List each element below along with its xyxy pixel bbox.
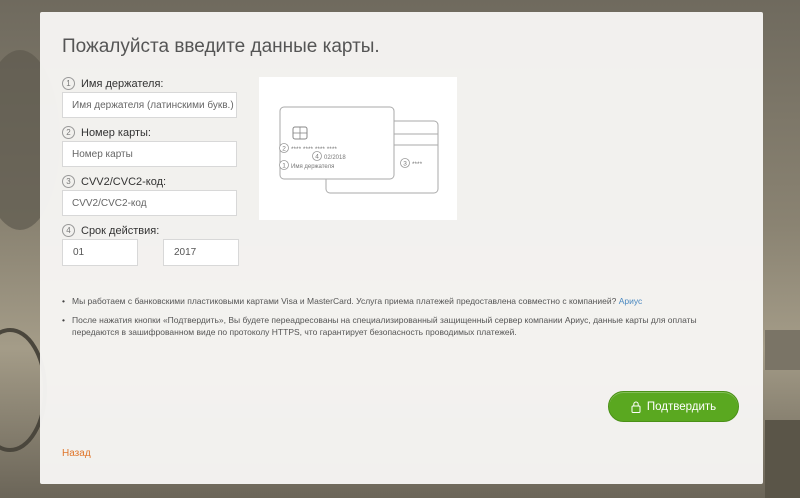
card-number-mask: **** **** **** **** xyxy=(291,146,337,153)
cvv-label-text: CVV2/CVC2-код: xyxy=(81,175,167,188)
info-list: Мы работаем с банковскими пластиковыми к… xyxy=(62,295,702,345)
card-illustration-graphic: 2 **** **** **** **** 4 02/2018 1 Имя де… xyxy=(279,106,439,194)
card-number-label: 2 Номер карты: xyxy=(62,126,151,139)
cvv-input[interactable] xyxy=(62,190,237,216)
lock-icon xyxy=(631,401,641,413)
step-number: 3 xyxy=(62,175,75,188)
expiry-month-select[interactable]: 01 xyxy=(62,239,138,266)
submit-button-label: Подтвердить xyxy=(646,400,717,413)
card-number-label-text: Номер карты: xyxy=(81,126,151,139)
holder-name-input[interactable] xyxy=(62,92,237,118)
holder-name-label: 1 Имя держателя: xyxy=(62,77,163,90)
expiry-year-select[interactable]: 2017 xyxy=(163,239,239,266)
info-item: Мы работаем с банковскими пластиковыми к… xyxy=(62,295,702,307)
step-number: 4 xyxy=(62,224,75,237)
card-num-2: 2 xyxy=(282,146,286,153)
expiry-month-value: 01 xyxy=(73,247,85,258)
card-num-4: 4 xyxy=(315,154,319,161)
card-holder: Имя держателя xyxy=(291,164,334,170)
back-link[interactable]: Назад xyxy=(62,448,91,459)
card-illustration: 2 **** **** **** **** 4 02/2018 1 Имя де… xyxy=(259,77,457,220)
cvv-label: 3 CVV2/CVC2-код: xyxy=(62,175,166,188)
info-text: После нажатия кнопки «Подтвердить», Вы б… xyxy=(72,315,697,337)
expiry-label: 4 Срок действия: xyxy=(62,224,159,237)
holder-name-label-text: Имя держателя: xyxy=(81,77,164,90)
arius-link[interactable]: Ариус xyxy=(619,296,643,306)
card-form-panel: Пожалуйста введите данные карты. 1 Имя д… xyxy=(40,12,763,484)
card-expiry: 02/2018 xyxy=(324,155,346,161)
expiry-label-text: Срок действия: xyxy=(81,224,160,237)
card-num-1: 1 xyxy=(282,163,286,170)
submit-button[interactable]: Подтвердить xyxy=(608,391,739,422)
page-title: Пожалуйста введите данные карты. xyxy=(62,36,380,57)
card-num-3: 3 xyxy=(403,161,407,168)
expiry-year-value: 2017 xyxy=(174,247,197,258)
info-item: После нажатия кнопки «Подтвердить», Вы б… xyxy=(62,314,702,338)
card-cvv-mask: **** xyxy=(412,161,423,168)
step-number: 2 xyxy=(62,126,75,139)
card-number-input[interactable] xyxy=(62,141,237,167)
info-text: Мы работаем с банковскими пластиковыми к… xyxy=(72,296,612,306)
step-number: 1 xyxy=(62,77,75,90)
